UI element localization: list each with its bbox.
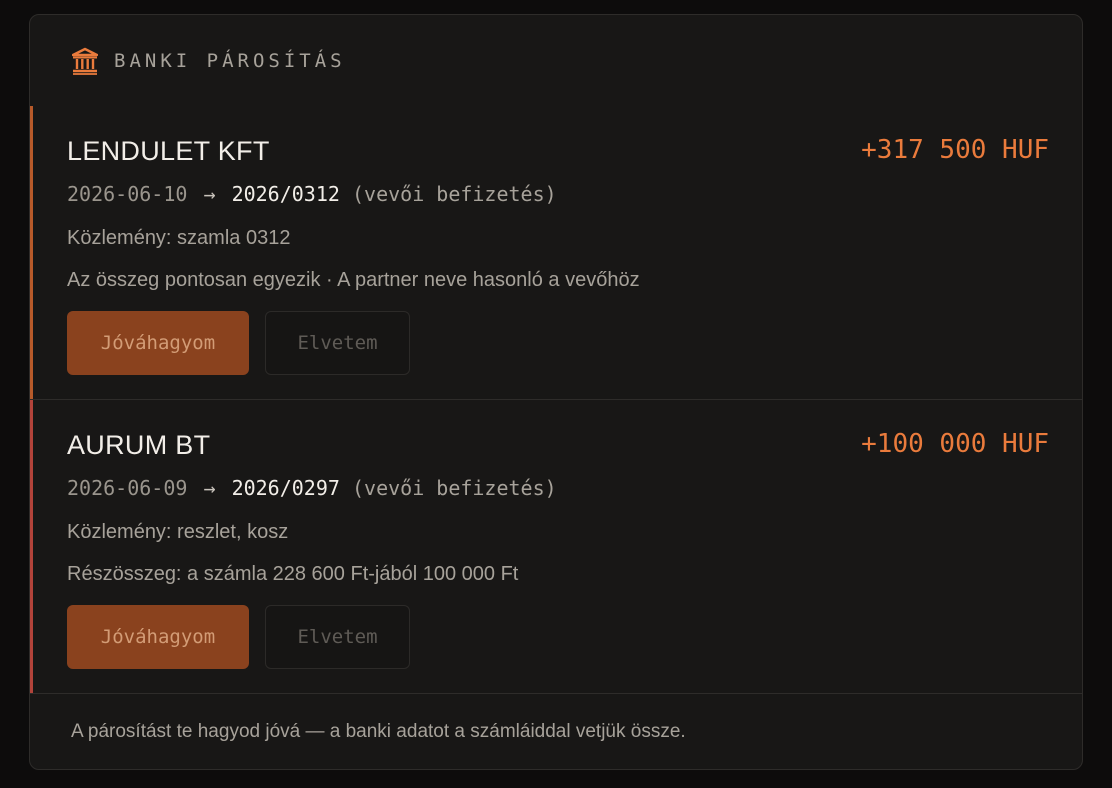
arrow-right-icon: → (203, 182, 216, 206)
panel-title: BANKI PÁROSÍTÁS (114, 49, 346, 72)
payment-kind: (vevői befizetés) (351, 476, 557, 500)
approve-button[interactable]: Jóváhagyom (67, 605, 249, 669)
approve-button[interactable]: Jóváhagyom (67, 311, 249, 375)
match-card: LENDULET KFT +317 500 HUF 2026-06-10 → 2… (30, 106, 1082, 399)
reject-button[interactable]: Elvetem (265, 311, 410, 375)
footer-note: A párosítást te hagyod jóvá — a banki ad… (71, 721, 686, 742)
bank-icon (71, 47, 99, 75)
match-card: AURUM BT +100 000 HUF 2026-06-09 → 2026/… (30, 400, 1082, 693)
transaction-date: 2026-06-10 (67, 182, 188, 206)
transaction-date: 2026-06-09 (67, 476, 188, 500)
transaction-reference: 2026-06-10 → 2026/0312 (vevői befizetés) (67, 182, 557, 206)
invoice-number: 2026/0312 (231, 182, 340, 206)
divider (30, 693, 1082, 694)
payment-kind: (vevői befizetés) (351, 182, 557, 206)
partner-name: LENDULET KFT (67, 136, 270, 166)
memo: Közlemény: reszlet, kosz (67, 521, 289, 543)
bank-matching-panel: BANKI PÁROSÍTÁS LENDULET KFT +317 500 HU… (29, 14, 1083, 770)
match-note: Az összeg pontosan egyezik · A partner n… (67, 269, 640, 291)
invoice-number: 2026/0297 (231, 476, 340, 500)
amount: +100 000 HUF (861, 429, 1049, 459)
partner-name: AURUM BT (67, 430, 211, 460)
transaction-reference: 2026-06-09 → 2026/0297 (vevői befizetés) (67, 476, 557, 500)
arrow-right-icon: → (203, 476, 216, 500)
amount: +317 500 HUF (861, 135, 1049, 165)
match-note: Részösszeg: a számla 228 600 Ft-jából 10… (67, 563, 519, 585)
memo: Közlemény: szamla 0312 (67, 227, 291, 249)
reject-button[interactable]: Elvetem (265, 605, 410, 669)
panel-header: BANKI PÁROSÍTÁS (30, 15, 1082, 106)
